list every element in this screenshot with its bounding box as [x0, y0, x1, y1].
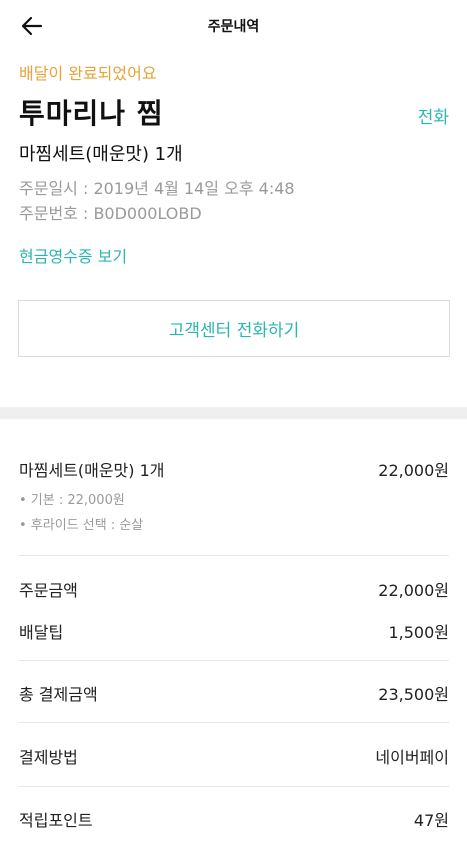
order-amount-row: 주문금액 22,000원 [19, 577, 449, 601]
menu-summary: 마찜세트(매운맛) 1개 [19, 144, 183, 165]
points-row: 적립포인트 47원 [19, 807, 449, 831]
order-number: 주문번호 : B0D000LOBD [19, 204, 202, 223]
points-label: 적립포인트 [19, 811, 93, 830]
call-store-link[interactable]: 전화 [418, 103, 449, 128]
item-name: 마찜세트(매운맛) 1개 [19, 461, 165, 480]
store-name: 투마리나 찜 [19, 97, 164, 130]
customer-center-call-button[interactable]: 고객센터 전화하기 [18, 300, 450, 357]
divider [19, 786, 449, 787]
delivery-tip-value: 1,500원 [388, 623, 449, 642]
delivery-tip-row: 배달팁 1,500원 [19, 619, 449, 643]
order-amount-label: 주문금액 [19, 581, 78, 600]
payment-method-value: 네이버페이 [375, 748, 449, 767]
header: 주문내역 [0, 0, 467, 52]
delivery-status: 배달이 완료되었어요 [19, 64, 157, 83]
order-date: 주문일시 : 2019년 4월 14일 오후 4:48 [19, 179, 295, 198]
payment-method-row: 결제방법 네이버페이 [19, 744, 449, 768]
section-divider [0, 407, 467, 419]
delivery-tip-label: 배달팁 [19, 623, 64, 642]
payment-method-label: 결제방법 [19, 748, 78, 767]
item-option: • 기본 : 22,000원 [19, 493, 125, 508]
item-price: 22,000원 [378, 461, 449, 480]
item-option: • 후라이드 선택 : 순살 [19, 518, 144, 533]
total-value: 23,500원 [378, 685, 449, 704]
cash-receipt-link[interactable]: 현금영수증 보기 [19, 243, 127, 267]
total-row: 총 결제금액 23,500원 [19, 681, 449, 705]
page-title: 주문내역 [207, 19, 260, 35]
divider [19, 660, 449, 661]
item-row: 마찜세트(매운맛) 1개 22,000원 [19, 457, 449, 481]
total-label: 총 결제금액 [19, 685, 98, 704]
points-value: 47원 [413, 811, 449, 830]
order-amount-value: 22,000원 [378, 581, 449, 600]
divider [19, 722, 449, 723]
divider [19, 555, 449, 556]
